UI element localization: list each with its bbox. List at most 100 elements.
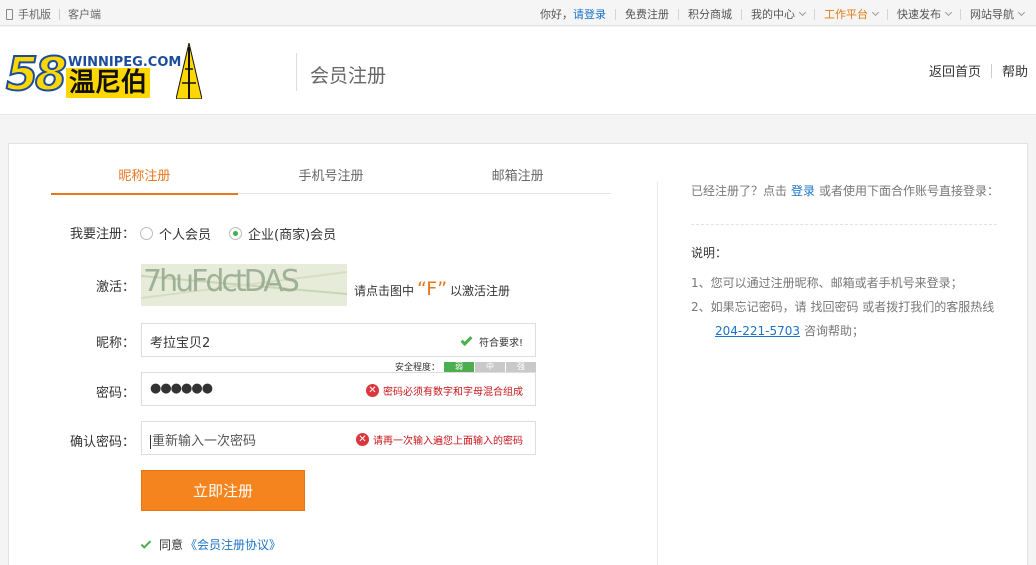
mobile-phone-icon — [6, 8, 13, 20]
quick-post-label: 快速发布 — [897, 8, 941, 21]
tab-email[interactable]: 邮箱注册 — [424, 168, 611, 193]
strength-strong: 强 — [506, 361, 537, 372]
site-logo[interactable]: 58 WINNIPEG.COM 温尼伯 — [5, 41, 204, 102]
chevron-down-icon — [871, 8, 880, 17]
chevron-down-icon — [1017, 8, 1026, 17]
radio-business-label: 企业(商家)会员 — [248, 228, 337, 243]
confirm-label: 确认密码： — [69, 435, 135, 450]
confirm-placeholder: 重新输入一次密码 — [150, 430, 256, 449]
confirm-error: ✕ 请再一次输入遍您上面输入的密码 — [356, 432, 523, 447]
free-register-link[interactable]: 免费注册 — [625, 6, 669, 22]
workbench-label: 工作平台 — [824, 8, 868, 21]
password-error: ✕ 密码必须有数字和字母混合组成 — [366, 383, 523, 398]
header-links: 返回首页 帮助 — [929, 61, 1028, 80]
logo-name: 温尼伯 — [66, 68, 151, 98]
radio-personal[interactable]: 个人会员 — [140, 224, 211, 243]
greeting: 你好， 请登录 — [540, 6, 606, 22]
member-type-radios: 个人会员 企业(商家)会员 — [140, 224, 354, 243]
top-bar: 手机版 客户端 你好， 请登录 免费注册 积分商城 我的中心 工作平台 快速发布… — [0, 0, 1036, 26]
quick-post-menu[interactable]: 快速发布 — [897, 6, 953, 22]
login-link[interactable]: 请登录 — [573, 6, 606, 22]
divider — [59, 8, 60, 20]
client-link[interactable]: 客户端 — [68, 6, 101, 22]
workbench-menu[interactable]: 工作平台 — [824, 6, 880, 22]
confirm-password-input[interactable]: 重新输入一次密码 ✕ 请再一次输入遍您上面输入的密码 — [141, 421, 536, 455]
register-submit-button[interactable]: 立即注册 — [141, 470, 305, 511]
side-login-pre: 已经注册了？点击 — [691, 184, 788, 198]
nickname-input[interactable]: 考拉宝贝2 符合要求! — [141, 323, 536, 357]
page-title: 会员注册 — [310, 65, 387, 87]
tower-icon — [176, 43, 202, 99]
greeting-text: 你好， — [540, 8, 573, 21]
vertical-divider — [657, 182, 658, 565]
radio-circle[interactable] — [140, 227, 153, 240]
divider — [887, 8, 888, 20]
side-login-hint: 已经注册了？点击 登录 或者使用下面合作账号直接登录： — [691, 182, 999, 199]
member-type-label: 我要注册： — [69, 227, 135, 242]
captcha-text: 7huFdctDAS — [143, 264, 300, 299]
register-panel: 昵称注册 手机号注册 邮箱注册 我要注册： 个人会员 企业(商家)会员 激活： … — [8, 143, 1028, 565]
header-divider — [296, 53, 297, 91]
divider — [615, 8, 616, 20]
help-link[interactable]: 帮助 — [1002, 61, 1028, 80]
text-cursor — [150, 434, 151, 449]
my-center-label: 我的中心 — [751, 8, 795, 21]
captcha-hint-pre: 请点击图中 — [354, 284, 415, 298]
points-mall-link[interactable]: 积分商城 — [688, 6, 732, 22]
check-icon — [460, 333, 473, 346]
confirm-placeholder-text: 重新输入一次密码 — [152, 434, 257, 449]
hotline: 204-221-5703 咨询帮助； — [715, 322, 864, 339]
nickname-status-text: 符合要求! — [478, 338, 523, 349]
divider — [990, 63, 992, 78]
hotline-post: 咨询帮助； — [804, 324, 865, 338]
agree-text: 同意 — [159, 538, 184, 552]
mobile-version-link[interactable]: 手机版 — [18, 6, 51, 22]
note-2: 2、如果忘记密码，请 找回密码 或者拨打我们的客服热线 — [691, 300, 995, 314]
password-label: 密码： — [95, 386, 135, 401]
divider — [678, 8, 679, 20]
divider — [960, 8, 961, 20]
radio-business[interactable]: 企业(商家)会员 — [229, 224, 336, 243]
register-tabs: 昵称注册 手机号注册 邮箱注册 — [51, 168, 611, 195]
strength-weak: 弱 — [444, 361, 475, 372]
radio-personal-label: 个人会员 — [159, 228, 212, 243]
side-login-post: 或者使用下面合作账号直接登录： — [819, 184, 1000, 198]
captcha-hint: 请点击图中 “F” 以激活注册 — [354, 278, 510, 300]
captcha-hint-post: 以激活注册 — [450, 284, 511, 298]
confirm-error-text: 请再一次输入遍您上面输入的密码 — [373, 436, 523, 447]
divider — [814, 8, 815, 20]
strength-medium: 中 — [475, 361, 506, 372]
nickname-value: 考拉宝贝2 — [150, 336, 211, 351]
password-input[interactable]: ●●●●●● ✕ 密码必须有数字和字母混合组成 — [141, 372, 536, 406]
chevron-down-icon — [944, 8, 953, 17]
password-error-text: 密码必须有数字和字母混合组成 — [383, 387, 523, 398]
error-icon: ✕ — [366, 384, 379, 397]
hotline-number[interactable]: 204-221-5703 — [715, 324, 800, 338]
captcha-image[interactable]: 7huFdctDAS — [141, 264, 347, 306]
side-divider — [691, 224, 997, 225]
top-bar-right: 你好， 请登录 免费注册 积分商城 我的中心 工作平台 快速发布 网站导航 — [540, 6, 1026, 22]
note-1: 1、您可以通过注册昵称、邮箱或者手机号来登录； — [691, 276, 963, 290]
radio-circle-selected[interactable] — [229, 227, 243, 240]
nickname-label: 昵称： — [95, 336, 135, 351]
password-value: ●●●●●● — [150, 381, 213, 396]
home-link[interactable]: 返回首页 — [929, 61, 981, 80]
side-login-link[interactable]: 登录 — [791, 184, 815, 198]
site-nav-label: 网站导航 — [970, 8, 1014, 21]
header: 58 WINNIPEG.COM 温尼伯 会员注册 返回首页 帮助 — [0, 27, 1036, 115]
agree-checkbox-check-icon[interactable] — [140, 537, 152, 549]
activate-label: 激活： — [95, 280, 135, 295]
strength-bars: 弱 中 强 — [444, 361, 537, 372]
chevron-down-icon — [798, 8, 807, 17]
nickname-status: 符合要求! — [460, 333, 523, 349]
site-nav-menu[interactable]: 网站导航 — [970, 6, 1026, 22]
divider — [741, 8, 742, 20]
captcha-hint-char: “F” — [417, 278, 448, 300]
logo-number: 58 — [5, 46, 68, 102]
agreement-link[interactable]: 《会员注册协议》 — [185, 536, 281, 553]
my-center-menu[interactable]: 我的中心 — [751, 6, 807, 22]
agreement: 同意 《会员注册协议》 — [140, 536, 281, 553]
tab-phone[interactable]: 手机号注册 — [238, 168, 425, 193]
tab-nickname[interactable]: 昵称注册 — [51, 168, 238, 195]
notes-title: 说明： — [691, 246, 728, 260]
